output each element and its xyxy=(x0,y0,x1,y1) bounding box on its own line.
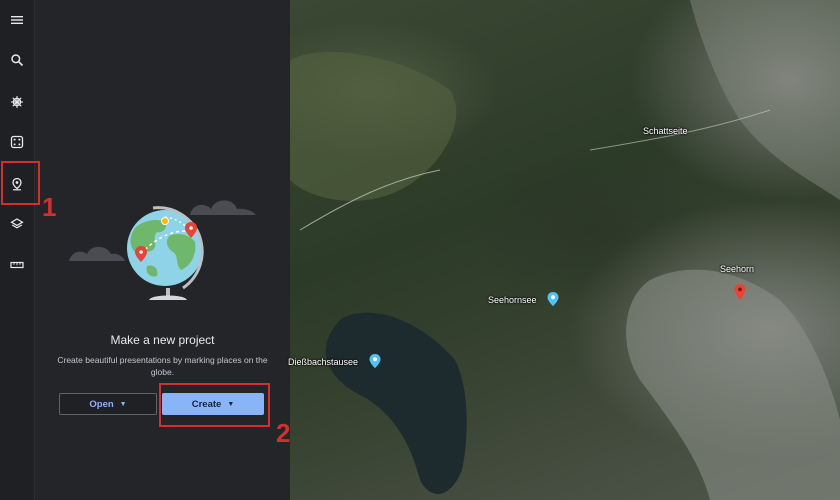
red-pin-icon[interactable] xyxy=(734,284,746,300)
feeling-lucky-button[interactable] xyxy=(5,130,29,154)
hamburger-menu-icon xyxy=(11,16,23,24)
lake xyxy=(325,312,467,494)
place-label[interactable]: Dießbachstausee xyxy=(288,357,358,367)
open-button[interactable]: Open ▼ xyxy=(59,393,157,415)
place-label[interactable]: Seehornsee xyxy=(488,295,537,305)
caret-down-icon: ▼ xyxy=(119,400,127,408)
menu-button[interactable] xyxy=(5,8,29,32)
rocky-peak xyxy=(690,0,840,200)
globe-illustration xyxy=(69,200,256,300)
search-button[interactable] xyxy=(5,48,29,72)
ship-wheel-icon xyxy=(11,96,23,108)
measure-button[interactable] xyxy=(5,253,29,277)
highlight-box-projects xyxy=(1,161,40,205)
highlight-box-create xyxy=(159,383,270,427)
poi-marker-icon[interactable] xyxy=(369,354,381,368)
map-style-button[interactable] xyxy=(5,212,29,236)
poi-marker-icon[interactable] xyxy=(547,292,559,306)
layers-icon xyxy=(10,218,24,229)
left-rail xyxy=(0,0,35,500)
panel-title: Make a new project xyxy=(110,333,215,347)
voyager-button[interactable] xyxy=(5,90,29,114)
search-icon xyxy=(11,54,24,67)
step-number: 1 xyxy=(42,192,57,222)
open-button-label: Open xyxy=(89,398,114,410)
meadow xyxy=(290,51,457,201)
satellite-map[interactable]: Schattseite Seehorn Seehornsee Dießbachs… xyxy=(288,0,840,500)
step-number: 2 xyxy=(276,418,291,448)
rocky-slope xyxy=(626,269,840,500)
place-label[interactable]: Seehorn xyxy=(720,264,754,274)
panel-description: Create beautiful presentations by markin… xyxy=(57,355,268,377)
dice-icon xyxy=(10,135,24,149)
ruler-icon xyxy=(10,261,24,269)
terrain-layer xyxy=(290,0,840,500)
place-label[interactable]: Schattseite xyxy=(643,126,688,136)
